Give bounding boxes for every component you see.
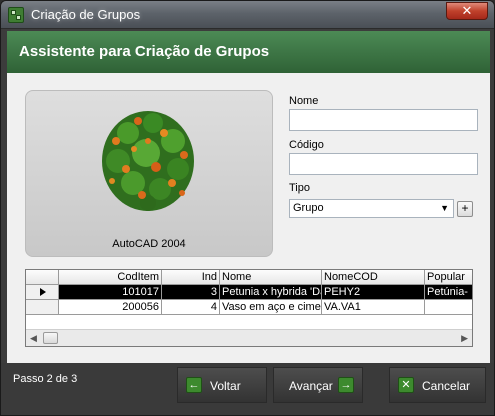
close-button[interactable]: ✕ bbox=[446, 2, 488, 20]
cancel-button-label: Cancelar bbox=[422, 379, 471, 393]
wizard-header: Assistente para Criação de Grupos bbox=[7, 31, 490, 73]
app-icon bbox=[8, 7, 24, 23]
column-header[interactable]: Ind bbox=[162, 270, 220, 285]
nome-input[interactable] bbox=[289, 109, 478, 131]
wizard-title: Assistente para Criação de Grupos bbox=[19, 43, 270, 60]
window-title: Criação de Grupos bbox=[31, 7, 141, 22]
close-x-icon: ✕ bbox=[398, 377, 414, 393]
row-pointer-icon bbox=[40, 288, 46, 296]
items-grid[interactable]: CodItem Ind Nome NomeCOD Popular 101017 … bbox=[25, 269, 473, 347]
tipo-selected-value: Grupo bbox=[293, 202, 324, 214]
grid-corner bbox=[26, 270, 59, 285]
table-cell[interactable]: Petúnia- bbox=[425, 285, 472, 300]
row-indicator[interactable] bbox=[26, 300, 59, 315]
preview-caption: AutoCAD 2004 bbox=[112, 238, 186, 250]
row-indicator[interactable] bbox=[26, 285, 59, 300]
table-cell[interactable]: 200056 bbox=[59, 300, 162, 315]
column-header[interactable]: CodItem bbox=[59, 270, 162, 285]
next-button-label: Avançar bbox=[289, 379, 333, 393]
scroll-left-icon[interactable]: ◀ bbox=[30, 333, 37, 344]
tipo-label: Tipo bbox=[289, 182, 310, 194]
arrow-left-icon: ← bbox=[186, 377, 202, 393]
preview-panel: AutoCAD 2004 bbox=[25, 90, 273, 257]
scroll-right-icon[interactable]: ▶ bbox=[461, 333, 468, 344]
horizontal-scrollbar[interactable]: ◀ ▶ bbox=[26, 329, 472, 346]
table-cell[interactable]: VA.VA1 bbox=[322, 300, 425, 315]
nome-label: Nome bbox=[289, 95, 319, 107]
column-header[interactable]: Nome bbox=[220, 270, 322, 285]
scroll-thumb[interactable] bbox=[43, 332, 58, 344]
back-button[interactable]: ← Voltar bbox=[177, 367, 267, 403]
codigo-input[interactable] bbox=[289, 153, 478, 175]
chevron-down-icon[interactable]: ▼ bbox=[440, 200, 449, 217]
column-header[interactable]: Popular bbox=[425, 270, 472, 285]
title-bar[interactable]: Criação de Grupos ✕ bbox=[1, 1, 494, 29]
wizard-footer: Passo 2 de 3 ← Voltar Avançar → ✕ Cancel… bbox=[1, 363, 494, 415]
tipo-select[interactable]: Grupo ▼ bbox=[289, 199, 454, 218]
table-cell[interactable]: Vaso em aço e cimen bbox=[220, 300, 322, 315]
back-button-label: Voltar bbox=[210, 379, 241, 393]
table-cell[interactable]: 4 bbox=[162, 300, 220, 315]
arrow-right-icon: → bbox=[338, 377, 354, 393]
table-cell[interactable]: PEHY2 bbox=[322, 285, 425, 300]
column-header[interactable]: NomeCOD bbox=[322, 270, 425, 285]
plant-preview-image bbox=[102, 111, 194, 211]
table-cell[interactable]: 101017 bbox=[59, 285, 162, 300]
codigo-label: Código bbox=[289, 139, 324, 151]
table-cell[interactable] bbox=[425, 300, 472, 315]
dialog-window: Criação de Grupos ✕ Assistente para Cria… bbox=[0, 0, 495, 416]
step-indicator: Passo 2 de 3 bbox=[13, 373, 78, 385]
cancel-button[interactable]: ✕ Cancelar bbox=[389, 367, 486, 403]
table-cell[interactable]: Petunia x hybrida 'Da bbox=[220, 285, 322, 300]
add-tipo-button[interactable]: + bbox=[457, 201, 473, 217]
table-cell[interactable]: 3 bbox=[162, 285, 220, 300]
wizard-content: AutoCAD 2004 Nome Código Tipo Grupo ▼ + … bbox=[7, 73, 490, 363]
grid-header: CodItem Ind Nome NomeCOD Popular bbox=[26, 270, 472, 285]
next-button[interactable]: Avançar → bbox=[273, 367, 363, 403]
